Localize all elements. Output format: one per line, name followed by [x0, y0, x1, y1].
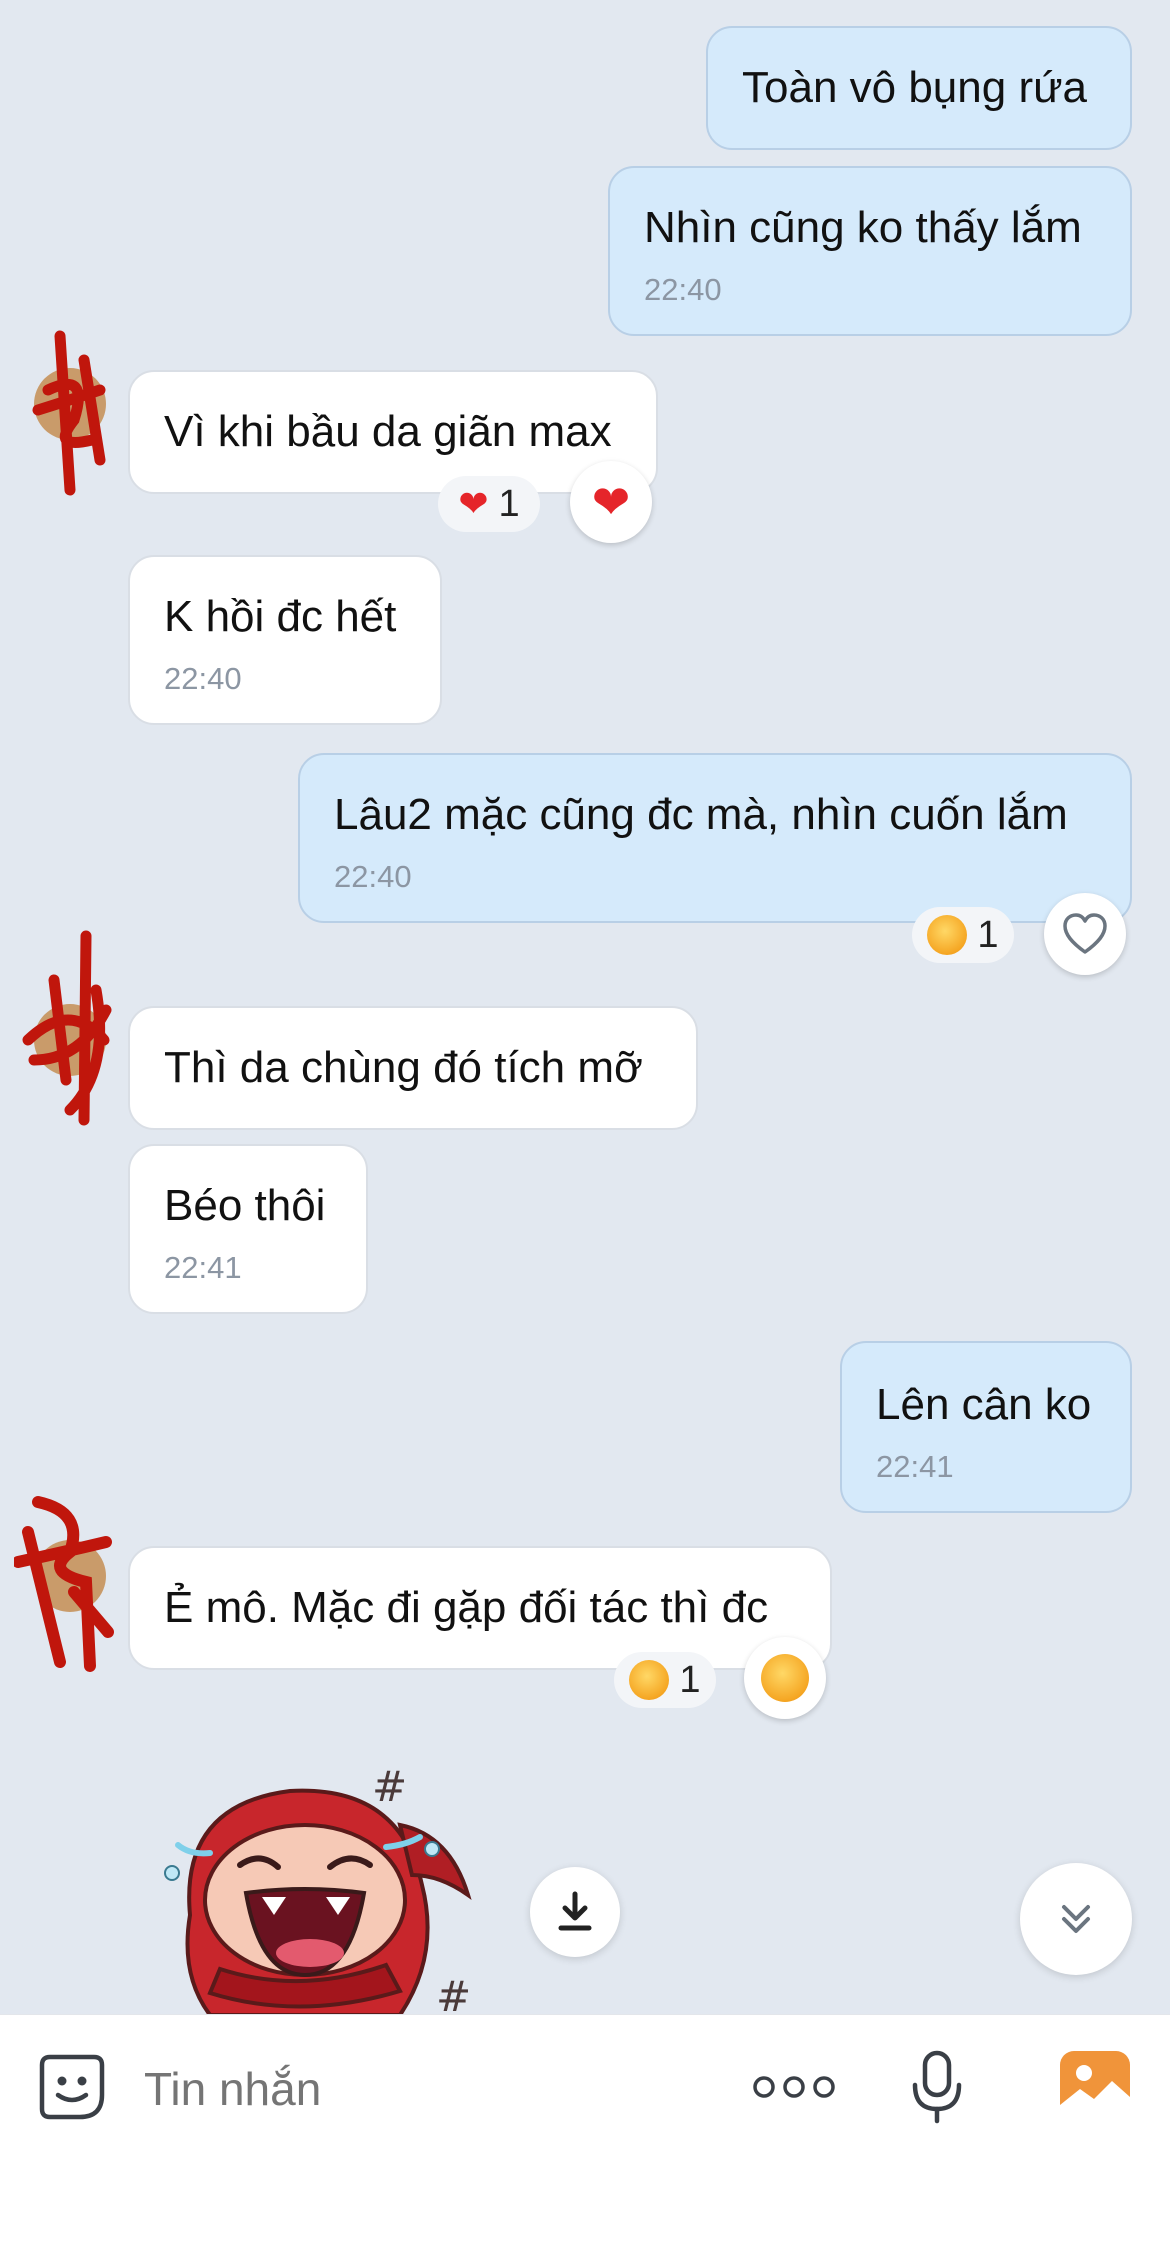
message-bubble-outgoing[interactable]: Lên cân ko 22:41: [840, 1341, 1132, 1513]
message-text: Lâu2 mặc cũng đc mà, nhìn cuốn lắm: [334, 790, 1068, 839]
chat-area[interactable]: Toàn vô bụng rứa Nhìn cũng ko thấy lắm 2…: [0, 0, 1170, 2014]
reaction-summary[interactable]: 1: [614, 1652, 716, 1708]
message-bubble-incoming[interactable]: Béo thôi 22:41: [128, 1144, 368, 1314]
download-icon: [558, 1891, 592, 1931]
message-time: 22:40: [334, 859, 412, 894]
reaction-count: 1: [977, 913, 999, 956]
react-laugh-button[interactable]: [744, 1637, 826, 1719]
reaction-summary[interactable]: ❤ 1: [438, 476, 540, 532]
scroll-down-icon: [1062, 1905, 1090, 1933]
download-button[interactable]: [530, 1867, 620, 1957]
message-input[interactable]: [142, 2055, 706, 2123]
photo-button[interactable]: [1058, 2049, 1132, 2123]
more-button[interactable]: [752, 2067, 836, 2107]
sticker-button[interactable]: [36, 2051, 108, 2123]
heart-icon: ❤: [591, 476, 631, 528]
more-icon: [753, 2076, 835, 2098]
microphone-icon: [912, 2050, 962, 2124]
image-icon: [1060, 2051, 1130, 2121]
sticker-icon: [39, 2054, 105, 2120]
reaction-count: 1: [679, 1658, 701, 1701]
message-text: Lên cân ko: [876, 1380, 1092, 1429]
reaction-summary[interactable]: 1: [912, 907, 1014, 963]
message-text: K hồi đc hết: [164, 592, 397, 641]
redaction-scribble: [14, 1496, 114, 1672]
composer-bar: [0, 2014, 1170, 2260]
message-text: Thì da chùng đó tích mỡ: [164, 1043, 643, 1092]
message-text: Vì khi bầu da giãn max: [164, 407, 612, 456]
sticker-hash-mark: #: [372, 1762, 407, 1811]
laughing-face-icon: [927, 915, 968, 955]
message-text: Béo thôi: [164, 1181, 326, 1230]
message-bubble-incoming[interactable]: K hồi đc hết 22:40: [128, 555, 442, 725]
message-time: 22:41: [164, 1250, 242, 1285]
message-bubble-outgoing[interactable]: Nhìn cũng ko thấy lắm 22:40: [608, 166, 1132, 336]
heart-reaction-icon: ❤: [458, 483, 489, 524]
react-heart-button[interactable]: [1044, 893, 1126, 975]
message-time: 22:40: [164, 661, 242, 696]
sticker-hash-mark: #: [436, 1972, 471, 2014]
message-bubble-incoming[interactable]: Thì da chùng đó tích mỡ: [128, 1006, 698, 1130]
message-bubble-incoming[interactable]: Ẻ mô. Mặc đi gặp đối tác thì đc: [128, 1546, 832, 1670]
laughing-face-icon: [761, 1654, 809, 1702]
message-time: 22:41: [876, 1449, 954, 1484]
message-text: Nhìn cũng ko thấy lắm: [644, 203, 1082, 252]
react-heart-button[interactable]: ❤: [570, 461, 652, 543]
sticker-image[interactable]: # #: [150, 1725, 500, 2014]
redaction-scribble: [22, 930, 112, 1126]
voice-button[interactable]: [910, 2049, 964, 2125]
reaction-count: 1: [498, 482, 520, 525]
heart-outline-icon: [1063, 913, 1107, 954]
laughing-face-icon: [629, 1660, 670, 1700]
message-time: 22:40: [644, 272, 722, 307]
message-bubble-outgoing[interactable]: Lâu2 mặc cũng đc mà, nhìn cuốn lắm 22:40: [298, 753, 1132, 923]
scroll-to-bottom-button[interactable]: [1020, 1863, 1132, 1975]
message-bubble-outgoing[interactable]: Toàn vô bụng rứa: [706, 26, 1132, 150]
redaction-scribble: [32, 330, 106, 496]
message-text: Ẻ mô. Mặc đi gặp đối tác thì đc: [164, 1583, 769, 1632]
message-text: Toàn vô bụng rứa: [742, 63, 1088, 112]
